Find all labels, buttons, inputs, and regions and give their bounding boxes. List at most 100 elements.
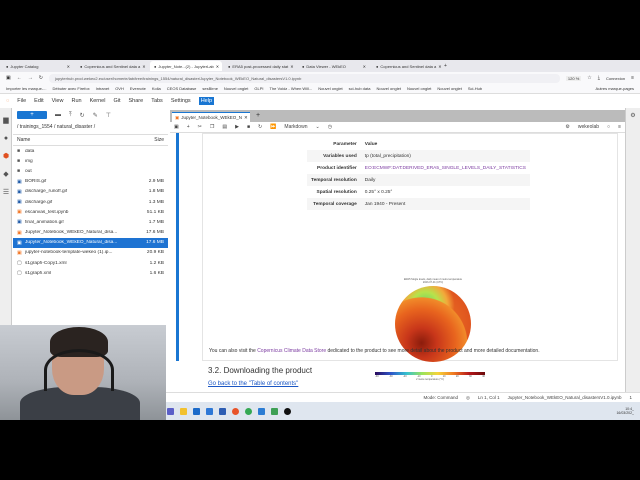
file-row[interactable]: ▣ discharge.gif 1.3 MB bbox=[13, 197, 168, 207]
new-tab-icon[interactable]: + bbox=[444, 63, 447, 69]
file-row[interactable]: ▣ final_animation.gif 1.7 MB bbox=[13, 217, 168, 227]
kernel-name[interactable]: wekeolab bbox=[578, 124, 599, 130]
connexion-button[interactable]: Connexion bbox=[606, 76, 625, 81]
browser-tab[interactable]: ● ERA5 post-processed daily stat ✕ bbox=[224, 61, 296, 71]
bookmark-item[interactable]: Nouvel onglet bbox=[224, 86, 248, 91]
refresh-icon[interactable]: ↻ bbox=[80, 112, 85, 119]
restart-icon[interactable]: ↻ bbox=[258, 124, 262, 130]
close-tab-icon[interactable]: ✕ bbox=[142, 64, 145, 69]
store-icon[interactable] bbox=[192, 407, 200, 415]
bookmark-item[interactable]: sesBirne bbox=[202, 86, 218, 91]
bookmark-item[interactable]: Intranet bbox=[96, 86, 110, 91]
word-icon[interactable] bbox=[257, 407, 265, 415]
clock[interactable]: 10:4_ 16/03/202_ bbox=[616, 407, 634, 415]
forward-icon[interactable]: → bbox=[28, 75, 33, 81]
copy-icon[interactable]: ❐ bbox=[210, 124, 214, 130]
add-tab-icon[interactable]: + bbox=[256, 112, 260, 119]
excel-icon[interactable] bbox=[270, 407, 278, 415]
menu-file[interactable]: File bbox=[17, 98, 26, 104]
running-icon[interactable]: ● bbox=[0, 132, 12, 144]
menu-icon[interactable]: ≡ bbox=[618, 124, 621, 130]
chevron-down-icon[interactable]: ⌄ bbox=[315, 124, 319, 130]
bookmark-item[interactable]: Importer les marque-... bbox=[6, 86, 46, 91]
git-clone-icon[interactable]: ✎ bbox=[93, 112, 98, 119]
download-icon[interactable]: ⤓ bbox=[598, 75, 600, 81]
bookmark-item[interactable]: Kolia bbox=[152, 86, 161, 91]
extension-icon[interactable]: ⬢ bbox=[0, 150, 12, 162]
file-row[interactable]: ▢ s1graph-Copy1.xml 1.2 KB bbox=[13, 258, 168, 268]
chrome-icon[interactable] bbox=[244, 407, 252, 415]
property-inspector-icon[interactable]: ⚙ bbox=[630, 113, 635, 119]
column-name[interactable]: Name bbox=[17, 137, 30, 143]
menu-run[interactable]: Run bbox=[71, 98, 81, 104]
menu-settings[interactable]: Settings bbox=[171, 98, 191, 104]
file-row[interactable]: ■ img bbox=[13, 156, 168, 166]
bookmark-item[interactable]: OVH bbox=[115, 86, 124, 91]
stop-icon[interactable]: ■ bbox=[247, 124, 250, 130]
browser-tab[interactable]: ● Jupyter Catalog ✕ bbox=[2, 61, 74, 71]
firefox-icon[interactable] bbox=[231, 407, 239, 415]
close-tab-icon[interactable]: ✕ bbox=[216, 64, 219, 69]
file-row[interactable]: ▣ jupyter-notebook-template-wekeo (1).ip.… bbox=[13, 248, 168, 258]
bookmark-star-icon[interactable]: ☆ bbox=[587, 75, 591, 81]
browser-tab[interactable]: ● Data Viewer - WEkEO ✕ bbox=[298, 61, 370, 71]
close-tab-icon[interactable]: ✕ bbox=[67, 64, 70, 69]
run-icon[interactable]: ▶ bbox=[235, 124, 239, 130]
folder-icon[interactable]: ▆ bbox=[0, 114, 12, 126]
toc-icon[interactable]: ☰ bbox=[0, 186, 12, 198]
column-size[interactable]: Size bbox=[154, 137, 164, 143]
cell-type-select[interactable]: Markdown bbox=[284, 124, 307, 130]
other-bookmarks[interactable]: Autres marque-pages bbox=[596, 86, 634, 91]
insert-cell-icon[interactable]: + bbox=[187, 124, 190, 130]
git-icon[interactable]: ◆ bbox=[0, 168, 12, 180]
breadcrumb[interactable]: / trainings_1554 / natural_disaster / bbox=[13, 122, 168, 132]
file-row[interactable]: ▣ Jupyter_Notebook_WEkEO_Natural_disa... 1… bbox=[13, 237, 168, 248]
explorer-icon[interactable] bbox=[179, 407, 187, 415]
notebook-tab[interactable]: ▣ Jupyter_Notebook_WEkEO_N ✕ bbox=[172, 112, 250, 122]
markdown-cell[interactable]: Parameter Value Variables used tp (total_pr… bbox=[202, 133, 618, 381]
menu-help[interactable]: Help bbox=[198, 97, 214, 105]
new-launcher-button[interactable]: + bbox=[17, 111, 47, 119]
github-icon[interactable] bbox=[283, 407, 291, 415]
file-row[interactable]: ■ data bbox=[13, 146, 168, 156]
cds-link[interactable]: Copernicus Climate Data Store bbox=[257, 348, 326, 354]
menu-edit[interactable]: Edit bbox=[34, 98, 43, 104]
bookmark-item[interactable]: Nouvel onglet bbox=[318, 86, 342, 91]
close-tab-icon[interactable]: ✕ bbox=[438, 64, 441, 69]
file-row[interactable]: ▣ escanvas_test.ipynb 51.1 KB bbox=[13, 207, 168, 217]
file-row[interactable]: ▣ BORIS.gif 2.9 MB bbox=[13, 177, 168, 187]
menu-kernel[interactable]: Kernel bbox=[90, 98, 106, 104]
browser-tab[interactable]: ● Copernicus and Sentinel data a ✕ bbox=[372, 61, 444, 71]
new-folder-icon[interactable]: ▬ bbox=[55, 112, 61, 118]
bookmark-item[interactable]: sci-hub data bbox=[349, 86, 371, 91]
menu-tabs[interactable]: Tabs bbox=[151, 98, 163, 104]
file-row[interactable]: ■ out bbox=[13, 166, 168, 176]
reload-icon[interactable]: ↻ bbox=[39, 75, 43, 81]
notification-count[interactable]: 1 bbox=[629, 395, 632, 400]
file-row[interactable]: ▢ s1graph.xml 1.6 KB bbox=[13, 268, 168, 278]
teams-icon[interactable] bbox=[166, 407, 174, 415]
outlook-icon[interactable] bbox=[205, 407, 213, 415]
bookmark-item[interactable]: Evernote bbox=[130, 86, 146, 91]
sidebar-toggle-icon[interactable]: ▣ bbox=[6, 75, 11, 81]
run-all-icon[interactable]: ⏩ bbox=[270, 124, 276, 130]
upload-icon[interactable]: ⤒ bbox=[69, 112, 72, 119]
bookmark-item[interactable]: CEOS Database bbox=[167, 86, 197, 91]
bookmark-item[interactable]: Nouvel onglet bbox=[437, 86, 461, 91]
debug-icon[interactable]: ⚙ bbox=[565, 124, 569, 130]
notebook-content[interactable]: Parameter Value Variables used tp (total_pr… bbox=[170, 133, 625, 392]
bookmark-item[interactable]: Nouvel onglet bbox=[376, 86, 400, 91]
url-input[interactable]: jupyterhub.prod.wekeo2.eu/user/homerie/l… bbox=[48, 73, 560, 83]
mode-status[interactable]: Mode: Command bbox=[423, 395, 458, 400]
menu-share[interactable]: Share bbox=[129, 98, 144, 104]
menu-view[interactable]: View bbox=[52, 98, 64, 104]
bell-icon[interactable]: ◎ bbox=[466, 395, 470, 401]
cursor-position[interactable]: Ln 1, Col 1 bbox=[478, 395, 500, 400]
save-icon[interactable]: ▣ bbox=[174, 124, 179, 130]
close-tab-icon[interactable]: ✕ bbox=[290, 64, 293, 69]
bookmark-item[interactable]: Débuter avec Firefox bbox=[52, 86, 89, 91]
browser-tab[interactable]: ● Copernicus and Sentinel data a ✕ bbox=[76, 61, 148, 71]
filter-icon[interactable]: ⊤ bbox=[106, 112, 111, 119]
app-icon[interactable] bbox=[218, 407, 226, 415]
clock-icon[interactable]: ◷ bbox=[328, 124, 332, 130]
